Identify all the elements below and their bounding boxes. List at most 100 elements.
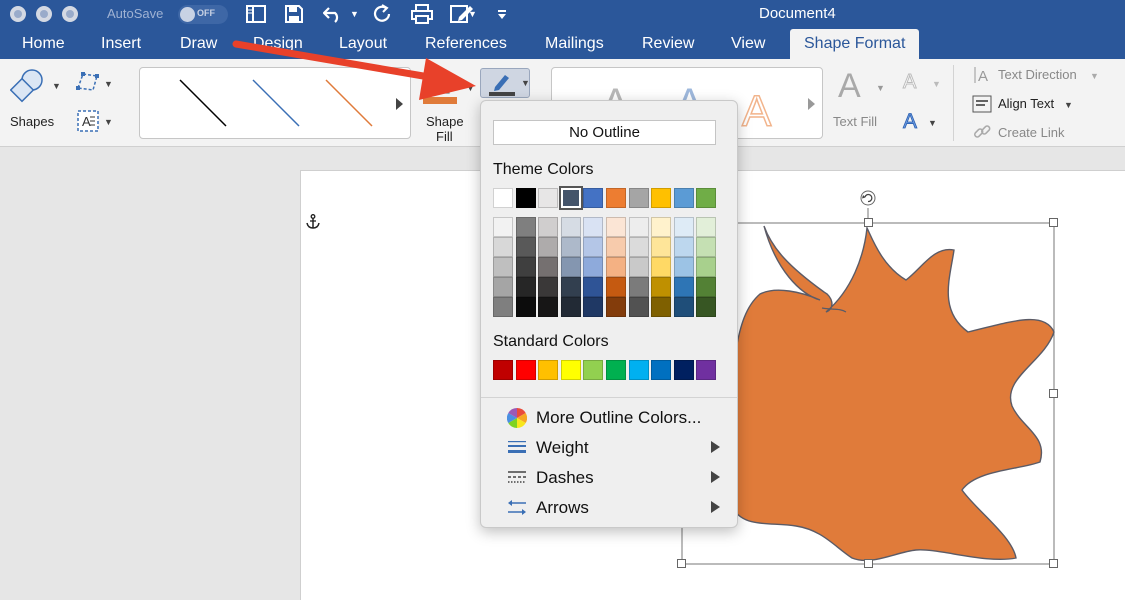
standard-color-swatch[interactable]: [651, 360, 672, 380]
wordart-gallery-more-icon[interactable]: [808, 98, 815, 110]
theme-tint-swatch[interactable]: [606, 257, 626, 277]
undo-dropdown-icon[interactable]: ▼: [350, 9, 359, 19]
theme-tint-swatch[interactable]: [493, 257, 513, 277]
theme-color-swatch[interactable]: [628, 188, 649, 208]
shape-outline-button[interactable]: ▼: [480, 68, 530, 98]
align-text-dropdown-icon[interactable]: ▼: [1064, 100, 1073, 110]
theme-tint-swatch[interactable]: [696, 277, 717, 297]
theme-tint-swatch[interactable]: [673, 217, 694, 237]
minimize-window-button[interactable]: [36, 6, 52, 22]
theme-tint-swatch[interactable]: [560, 257, 581, 277]
align-text-icon[interactable]: [972, 94, 992, 114]
shapes-icon[interactable]: [9, 68, 50, 104]
theme-tint-swatch[interactable]: [673, 297, 694, 317]
link-icon[interactable]: [972, 122, 992, 142]
standard-color-swatch[interactable]: [628, 360, 649, 380]
theme-tint-swatch[interactable]: [560, 277, 581, 297]
theme-tint-swatch[interactable]: [493, 277, 513, 297]
shape-styles-gallery[interactable]: [139, 67, 411, 139]
text-fill-icon[interactable]: A: [836, 67, 868, 107]
text-outline-dropdown-icon[interactable]: ▼: [932, 79, 941, 89]
theme-tint-swatch[interactable]: [583, 297, 604, 317]
resize-handle-bottom-left[interactable]: [677, 559, 686, 568]
tab-insert[interactable]: Insert: [101, 35, 141, 53]
resize-handle-top[interactable]: [864, 218, 873, 227]
theme-tint-swatch[interactable]: [515, 217, 536, 237]
edit-shape-dropdown-icon[interactable]: ▼: [104, 79, 113, 89]
line-style-black[interactable]: [179, 79, 227, 127]
text-direction-icon[interactable]: A: [972, 65, 992, 85]
theme-color-swatch[interactable]: [538, 188, 559, 208]
standard-color-swatch[interactable]: [583, 360, 604, 380]
standard-color-swatch[interactable]: [560, 360, 581, 380]
tab-layout[interactable]: Layout: [339, 35, 387, 53]
dashes-item[interactable]: Dashes: [481, 464, 737, 492]
theme-tint-swatch[interactable]: [606, 237, 626, 257]
theme-tint-swatch[interactable]: [696, 257, 717, 277]
arrows-item[interactable]: Arrows: [481, 494, 737, 522]
theme-tint-swatch[interactable]: [628, 217, 649, 237]
rotate-handle-icon[interactable]: [860, 190, 876, 206]
theme-color-swatch[interactable]: [583, 188, 604, 208]
undo-icon[interactable]: [322, 2, 346, 26]
line-style-blue[interactable]: [252, 79, 300, 127]
theme-tint-swatch[interactable]: [606, 217, 626, 237]
standard-color-swatch[interactable]: [673, 360, 694, 380]
theme-tint-swatch[interactable]: [583, 237, 604, 257]
theme-tint-swatch[interactable]: [606, 297, 626, 317]
theme-tint-swatch[interactable]: [673, 237, 694, 257]
theme-tint-swatch[interactable]: [538, 297, 559, 317]
text-direction-label[interactable]: Text Direction: [998, 67, 1077, 82]
theme-tint-swatch[interactable]: [538, 217, 559, 237]
theme-color-swatch[interactable]: [493, 188, 513, 208]
theme-tint-swatch[interactable]: [628, 257, 649, 277]
text-direction-dropdown-icon[interactable]: ▼: [1090, 71, 1099, 81]
tab-draw[interactable]: Draw: [180, 35, 217, 53]
zoom-window-button[interactable]: [62, 6, 78, 22]
shape-outline-dropdown-icon[interactable]: ▼: [521, 78, 530, 88]
theme-tint-swatch[interactable]: [696, 217, 717, 237]
shapes-dropdown-icon[interactable]: ▼: [52, 81, 61, 91]
theme-tint-swatch[interactable]: [515, 277, 536, 297]
theme-tint-swatch[interactable]: [560, 297, 581, 317]
edit-shape-icon[interactable]: [75, 70, 101, 94]
wordart-style-orange[interactable]: A: [741, 86, 773, 137]
tab-references[interactable]: References: [425, 35, 507, 53]
theme-tint-swatch[interactable]: [515, 237, 536, 257]
gallery-more-icon[interactable]: [396, 98, 403, 110]
standard-color-swatch[interactable]: [606, 360, 626, 380]
theme-color-swatch[interactable]: [606, 188, 626, 208]
theme-tint-swatch[interactable]: [606, 277, 626, 297]
shape-fill-icon[interactable]: [421, 71, 461, 105]
theme-tint-swatch[interactable]: [628, 297, 649, 317]
tab-home[interactable]: Home: [22, 35, 65, 53]
print-icon[interactable]: [410, 2, 434, 26]
theme-tint-swatch[interactable]: [628, 237, 649, 257]
resize-handle-bottom[interactable]: [864, 559, 873, 568]
theme-tint-swatch[interactable]: [538, 277, 559, 297]
theme-tint-swatch[interactable]: [583, 217, 604, 237]
redo-icon[interactable]: [370, 2, 394, 26]
tab-design[interactable]: Design: [253, 35, 303, 53]
align-text-label[interactable]: Align Text: [998, 96, 1054, 111]
theme-color-swatch[interactable]: [696, 188, 717, 208]
theme-tint-swatch[interactable]: [583, 277, 604, 297]
text-box-icon[interactable]: A: [75, 109, 101, 133]
theme-tint-swatch[interactable]: [560, 217, 581, 237]
theme-color-swatch[interactable]: [515, 188, 536, 208]
line-style-orange[interactable]: [325, 79, 373, 127]
theme-tint-swatch[interactable]: [628, 277, 649, 297]
theme-tint-swatch[interactable]: [538, 257, 559, 277]
resize-handle-top-right[interactable]: [1049, 218, 1058, 227]
more-outline-colors-item[interactable]: More Outline Colors...: [481, 404, 737, 432]
save-icon[interactable]: [282, 2, 306, 26]
orange-freeform-shape[interactable]: [733, 225, 1055, 562]
theme-tint-swatch[interactable]: [583, 257, 604, 277]
tab-review[interactable]: Review: [642, 35, 694, 53]
theme-tint-swatch[interactable]: [651, 217, 672, 237]
theme-tint-swatch[interactable]: [651, 237, 672, 257]
theme-tint-swatch[interactable]: [538, 237, 559, 257]
weight-item[interactable]: Weight: [481, 434, 737, 462]
theme-tint-swatch[interactable]: [673, 257, 694, 277]
standard-color-swatch[interactable]: [515, 360, 536, 380]
